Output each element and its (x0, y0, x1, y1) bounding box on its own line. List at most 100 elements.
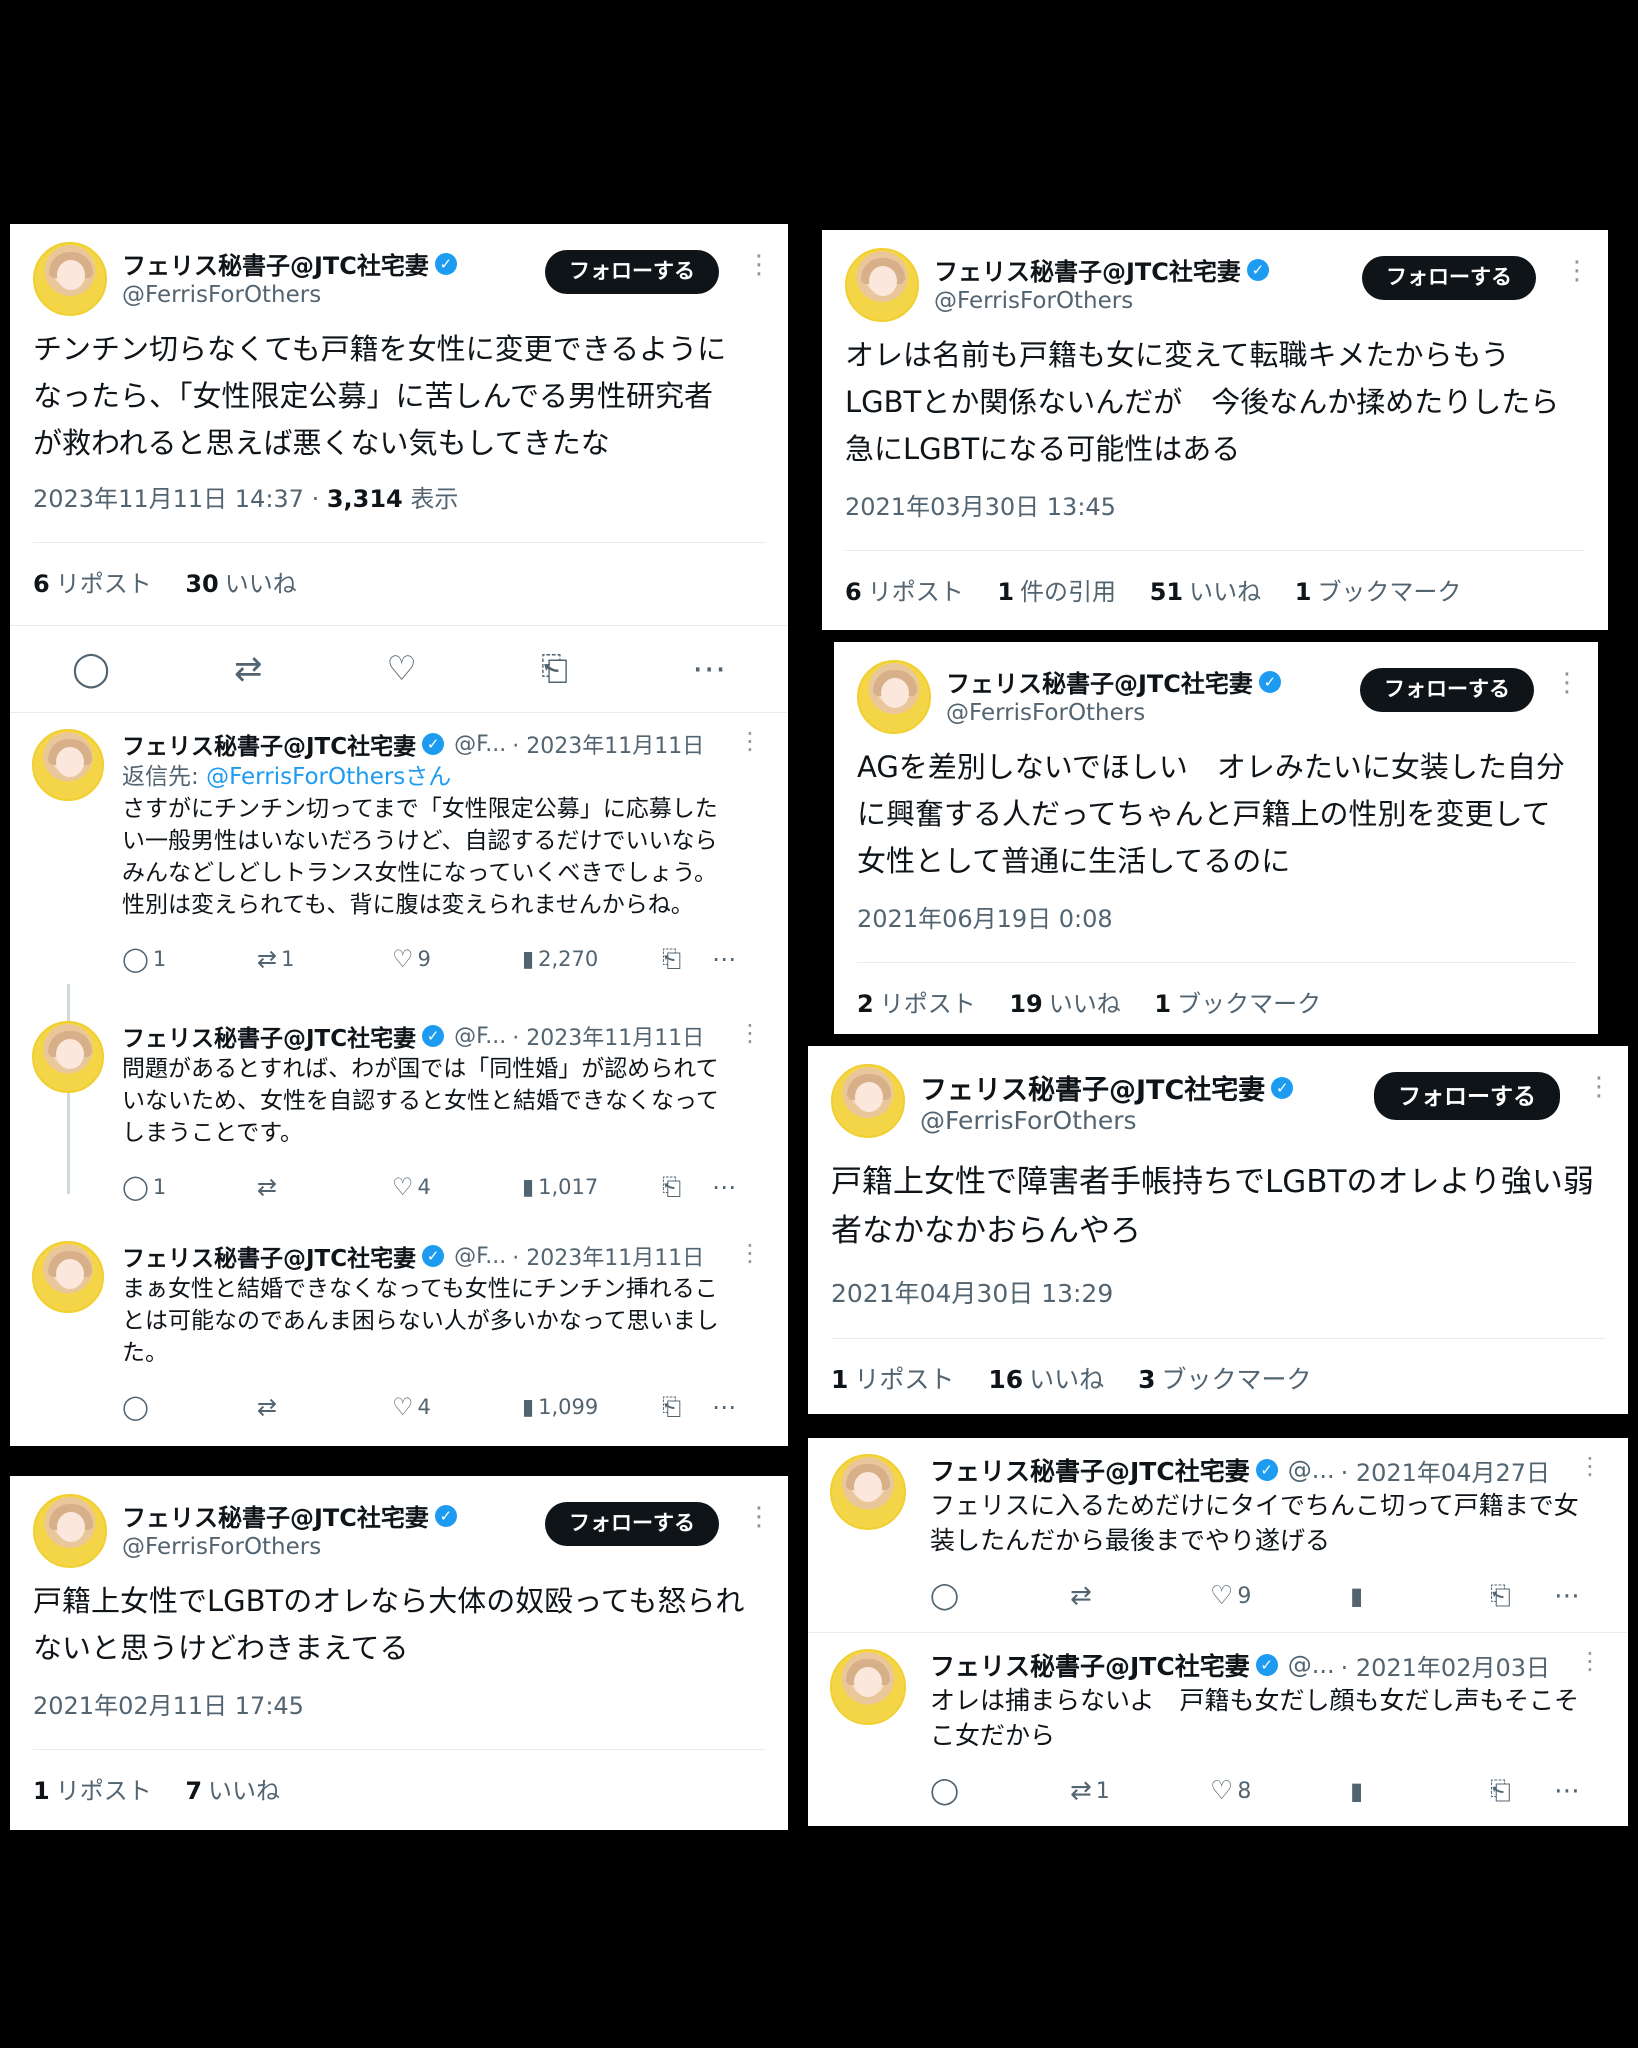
reply-icon[interactable]: ◯ (72, 649, 110, 689)
user-handle[interactable]: @FerrisForOthers (122, 282, 321, 308)
share-icon: ⋯ (712, 1173, 736, 1201)
reply-button[interactable]: ◯ (930, 1776, 1070, 1806)
share-button[interactable]: ⋯ (712, 1393, 736, 1421)
more-options-icon[interactable]: ⋮ (738, 1019, 762, 1047)
user-handle[interactable]: @FerrisForOthers (122, 1534, 321, 1560)
like-icon[interactable]: ♡ (386, 649, 416, 689)
reply-to-link[interactable]: @FerrisForOthersさん (206, 764, 451, 790)
user-handle[interactable]: @FerrisForOthers (920, 1106, 1137, 1135)
bookmarks-count[interactable]: 3 ブックマーク (1138, 1365, 1311, 1394)
avatar[interactable] (845, 248, 919, 322)
like-button[interactable]: ♡ 4 (392, 1393, 522, 1421)
avatar[interactable] (32, 729, 104, 801)
reposts-count[interactable]: 6 リポスト (845, 578, 964, 606)
share-icon: ⋯ (1554, 1776, 1580, 1806)
likes-count[interactable]: 30 いいね (185, 570, 296, 598)
reposts-count[interactable]: 1 リポスト (33, 1777, 152, 1805)
bookmark-button[interactable]: ⎗ (662, 945, 712, 973)
repost-button[interactable]: ⇄ (257, 1173, 392, 1201)
verified-badge-icon: ✓ (1246, 258, 1269, 281)
bookmark-button[interactable]: ⎗ (662, 1173, 712, 1201)
reply-tweet[interactable]: フェリス秘書子@JTC社宅妻 ✓ @F... · 2023年11月11日 ⋮ 問題があ… (10, 1005, 788, 1225)
avatar[interactable] (831, 1064, 905, 1138)
like-button[interactable]: ♡ 9 (392, 945, 522, 973)
more-options-icon[interactable]: ⋮ (1578, 1647, 1602, 1675)
bookmarks-count[interactable]: 1 ブックマーク (1154, 990, 1321, 1018)
like-button[interactable]: ♡ 8 (1210, 1776, 1350, 1806)
more-options-icon[interactable]: ⋮ (1564, 258, 1590, 284)
avatar[interactable] (857, 660, 931, 734)
follow-button[interactable]: フォローする (545, 1502, 719, 1546)
likes-count[interactable]: 16 いいね (988, 1365, 1104, 1394)
reposts-count[interactable]: 2 リポスト (857, 990, 976, 1018)
more-options-icon[interactable]: ⋮ (1554, 670, 1580, 696)
more-options-icon[interactable]: ⋮ (738, 1239, 762, 1267)
avatar[interactable] (830, 1649, 906, 1725)
display-name[interactable]: フェリス秘書子@JTC社宅妻 ✓ (934, 252, 1269, 287)
like-button[interactable]: ♡ 9 (1210, 1581, 1350, 1611)
user-handle[interactable]: @FerrisForOthers (946, 700, 1145, 726)
action-bar: ◯ ⇄ ♡ ⎗ ⋯ (10, 625, 788, 713)
more-options-icon[interactable]: ⋮ (1586, 1074, 1612, 1100)
display-name[interactable]: フェリス秘書子@JTC社宅妻 ✓ (122, 1498, 457, 1533)
quotes-count[interactable]: 1 件の引用 (997, 578, 1116, 606)
display-name[interactable]: フェリス秘書子@JTC社宅妻 ✓ (946, 664, 1281, 699)
share-button[interactable]: ⋯ (712, 945, 736, 973)
share-button[interactable]: ⋯ (1554, 1776, 1580, 1806)
repost-icon[interactable]: ⇄ (234, 649, 263, 689)
likes-count[interactable]: 7 いいね (185, 1777, 280, 1805)
avatar[interactable] (32, 1241, 104, 1313)
views-button[interactable]: ▮ 1,017 (522, 1175, 662, 1200)
bookmark-icon: ⎗ (662, 945, 682, 973)
avatar[interactable] (830, 1454, 906, 1530)
views-icon: ▮ (522, 946, 535, 972)
bookmark-icon: ⎗ (1490, 1775, 1511, 1806)
reply-button[interactable]: ◯ (122, 1393, 257, 1421)
share-button[interactable]: ⋯ (1554, 1581, 1580, 1611)
like-button[interactable]: ♡ 4 (392, 1173, 522, 1201)
share-icon[interactable]: ⋯ (692, 649, 726, 689)
likes-count[interactable]: 51 いいね (1150, 578, 1261, 606)
reply-tweet[interactable]: フェリス秘書子@JTC社宅妻 ✓ @F... · 2023年11月11日 ⋮ まぁ女性… (10, 1225, 788, 1445)
reply-button[interactable]: ◯ 1 (122, 945, 257, 973)
reply-tweet[interactable]: フェリス秘書子@JTC社宅妻 ✓ @... · 2021年04月27日 ⋮ フェリスに… (808, 1438, 1628, 1633)
bookmark-button[interactable]: ⎗ (662, 1393, 712, 1421)
repost-button[interactable]: ⇄ (257, 1393, 392, 1421)
user-handle[interactable]: @FerrisForOthers (934, 288, 1133, 314)
reply-tweet[interactable]: フェリス秘書子@JTC社宅妻 ✓ @F... · 2023年11月11日 ⋮ 返信先:… (10, 713, 788, 1005)
tweet-text: オレは名前も戸籍も女に変えて転職キメたからもう LGBTとか関係ないんだが 今後… (845, 338, 1560, 466)
more-options-icon[interactable]: ⋮ (738, 727, 762, 755)
views-button[interactable]: ▮ 1,099 (522, 1395, 662, 1420)
follow-button[interactable]: フォローする (1362, 256, 1536, 300)
repost-button[interactable]: ⇄ 1 (1070, 1776, 1210, 1806)
repost-button[interactable]: ⇄ 1 (257, 945, 392, 973)
avatar[interactable] (33, 242, 107, 316)
more-options-icon[interactable]: ⋮ (746, 252, 772, 278)
reply-tweet[interactable]: フェリス秘書子@JTC社宅妻 ✓ @... · 2021年02月03日 ⋮ オレは捕ま… (808, 1633, 1628, 1826)
bookmark-button[interactable]: ⎗ (1490, 1581, 1554, 1612)
share-button[interactable]: ⋯ (712, 1173, 736, 1201)
bookmark-button[interactable]: ⎗ (1490, 1776, 1554, 1807)
bookmark-icon[interactable]: ⎗ (541, 649, 568, 689)
views-button[interactable]: ▮ (1350, 1777, 1490, 1805)
more-options-icon[interactable]: ⋮ (1578, 1452, 1602, 1480)
more-options-icon[interactable]: ⋮ (746, 1504, 772, 1530)
views-button[interactable]: ▮ (1350, 1582, 1490, 1610)
reply-button[interactable]: ◯ (930, 1581, 1070, 1611)
reposts-count[interactable]: 1 リポスト (831, 1365, 954, 1394)
display-name[interactable]: フェリス秘書子@JTC社宅妻 ✓ (920, 1068, 1294, 1107)
reply-button[interactable]: ◯ 1 (122, 1173, 257, 1201)
reposts-count[interactable]: 6 リポスト (33, 570, 152, 598)
repost-button[interactable]: ⇄ (1070, 1581, 1210, 1611)
reply-header: フェリス秘書子@JTC社宅妻 ✓ @... · 2021年02月03日 (930, 1651, 1551, 1682)
reply-actions: ◯ ⇄ 1 ♡ 8 ▮ ⎗ ⋯ (930, 1763, 1602, 1819)
follow-button[interactable]: フォローする (1360, 668, 1534, 712)
display-name[interactable]: フェリス秘書子@JTC社宅妻 ✓ (122, 246, 457, 281)
avatar[interactable] (33, 1494, 107, 1568)
bookmarks-count[interactable]: 1 ブックマーク (1295, 578, 1462, 606)
likes-count[interactable]: 19 いいね (1009, 990, 1120, 1018)
views-button[interactable]: ▮ 2,270 (522, 947, 662, 972)
follow-button[interactable]: フォローする (545, 250, 719, 294)
follow-button[interactable]: フォローする (1374, 1072, 1560, 1120)
avatar[interactable] (32, 1021, 104, 1093)
